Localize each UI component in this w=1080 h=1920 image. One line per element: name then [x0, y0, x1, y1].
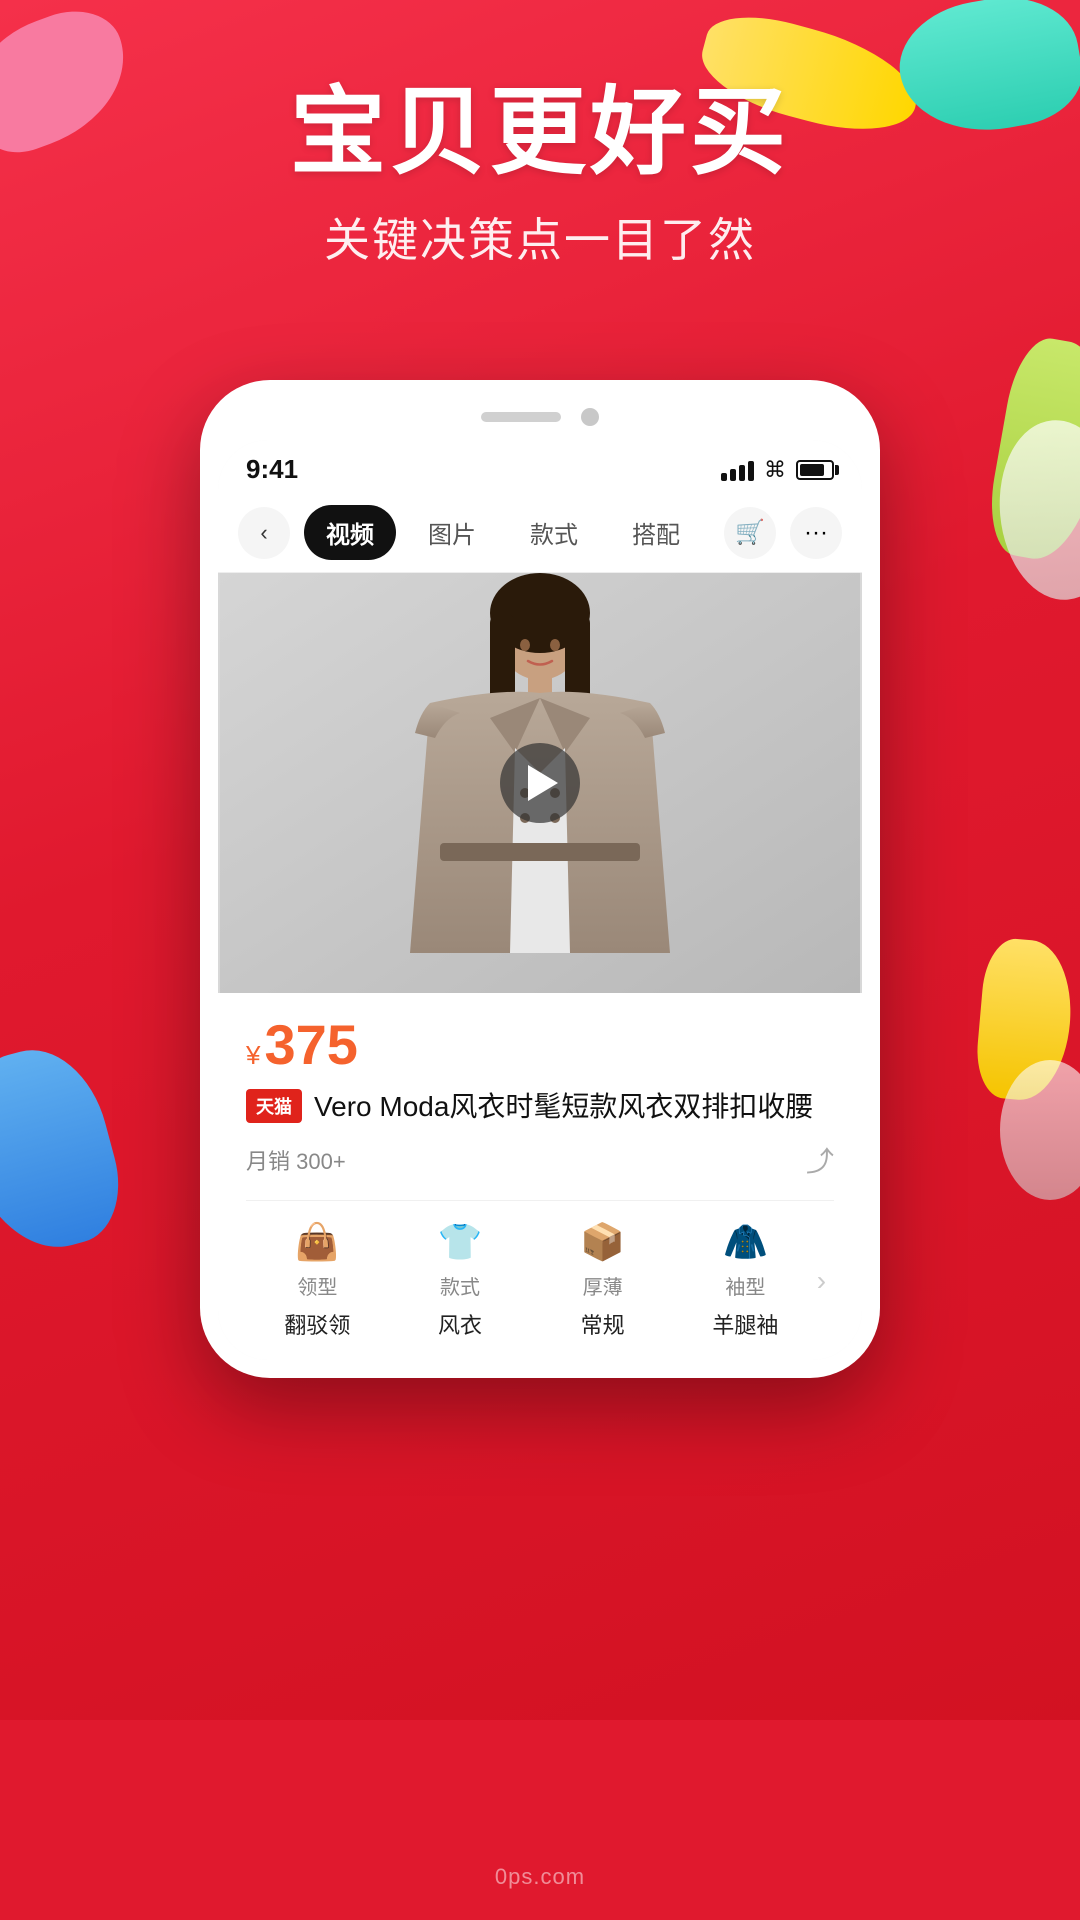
attr-thickness-value: 常规: [581, 1308, 625, 1340]
product-attributes: 👜 领型 翻驳领 👕 款式 风衣 📦 厚薄 常规: [246, 1221, 834, 1340]
price-symbol: ¥: [246, 1040, 260, 1071]
signal-bars-icon: [721, 459, 754, 481]
attrs-arrow-icon[interactable]: ›: [817, 1265, 834, 1297]
share-icon[interactable]: ⤴: [806, 1140, 834, 1180]
phone-top-bar: [218, 398, 862, 440]
cart-button[interactable]: 🛒: [724, 507, 776, 559]
product-image-area[interactable]: [218, 573, 862, 993]
thickness-icon: 📦: [580, 1221, 625, 1263]
attr-collar-value: 翻驳领: [284, 1308, 350, 1340]
phone-mockup: 9:41 ⌘ ‹ 视频: [200, 380, 880, 1378]
attr-collar[interactable]: 👜 领型 翻驳领: [246, 1221, 389, 1340]
attr-style-label: 款式: [440, 1271, 480, 1300]
signal-bar-3: [739, 465, 745, 481]
bottom-area: 0ps.com: [0, 1720, 1080, 1920]
more-button[interactable]: ···: [790, 507, 842, 559]
attr-collar-label: 领型: [297, 1271, 337, 1300]
phone-speaker: [481, 412, 561, 422]
battery-fill: [800, 464, 824, 476]
sleeve-icon: 🧥: [723, 1221, 768, 1263]
style-icon: 👕: [438, 1221, 483, 1263]
signal-bar-4: [748, 461, 754, 481]
signal-bar-1: [721, 473, 727, 481]
hero-subtitle: 关键决策点一目了然: [0, 204, 1080, 270]
play-button[interactable]: [500, 743, 580, 823]
attr-sleeve[interactable]: 🧥 袖型 羊腿袖: [674, 1221, 817, 1340]
tab-images[interactable]: 图片: [406, 505, 498, 560]
battery-icon: [796, 460, 834, 480]
hero-section: 宝贝更好买 关键决策点一目了然: [0, 80, 1080, 270]
attr-sleeve-label: 袖型: [725, 1271, 765, 1300]
product-meta: 月销 300+ ⤴: [246, 1140, 834, 1180]
monthly-sales: 月销 300+: [246, 1144, 346, 1176]
watermark-text: 0ps.com: [495, 1864, 585, 1890]
signal-bar-2: [730, 469, 736, 481]
product-price: ¥ 375: [246, 1017, 834, 1073]
attr-thickness-label: 厚薄: [583, 1271, 623, 1300]
product-info: ¥ 375 天猫 Vero Moda风衣时髦短款风衣双排扣收腰 月销 300+ …: [218, 993, 862, 1360]
attr-thickness[interactable]: 📦 厚薄 常规: [531, 1221, 674, 1340]
wifi-icon: ⌘: [764, 457, 786, 483]
nav-tabs: 视频 图片 款式 搭配 尺码: [304, 505, 710, 560]
attr-sleeve-value: 羊腿袖: [712, 1308, 778, 1340]
product-title: Vero Moda风衣时髦短款风衣双排扣收腰: [314, 1087, 813, 1126]
product-title-row: 天猫 Vero Moda风衣时髦短款风衣双排扣收腰: [246, 1087, 834, 1126]
phone-screen: 9:41 ⌘ ‹ 视频: [218, 440, 862, 1360]
platform-badge: 天猫: [246, 1089, 302, 1123]
attr-style[interactable]: 👕 款式 风衣: [389, 1221, 532, 1340]
hero-title: 宝贝更好买: [0, 80, 1080, 186]
status-icons: ⌘: [721, 457, 834, 483]
tab-outfit[interactable]: 搭配: [610, 505, 702, 560]
attrs-divider: [246, 1200, 834, 1201]
phone-camera: [581, 408, 599, 426]
price-amount: 375: [264, 1017, 357, 1073]
nav-bar: ‹ 视频 图片 款式 搭配 尺码 🛒 ···: [218, 493, 862, 573]
tab-style[interactable]: 款式: [508, 505, 600, 560]
status-time: 9:41: [246, 454, 298, 485]
collar-icon: 👜: [295, 1221, 340, 1263]
status-bar: 9:41 ⌘: [218, 440, 862, 493]
tab-video[interactable]: 视频: [304, 505, 396, 560]
attr-style-value: 风衣: [438, 1308, 482, 1340]
play-triangle-icon: [528, 765, 558, 801]
back-button[interactable]: ‹: [238, 507, 290, 559]
phone-outer: 9:41 ⌘ ‹ 视频: [200, 380, 880, 1378]
